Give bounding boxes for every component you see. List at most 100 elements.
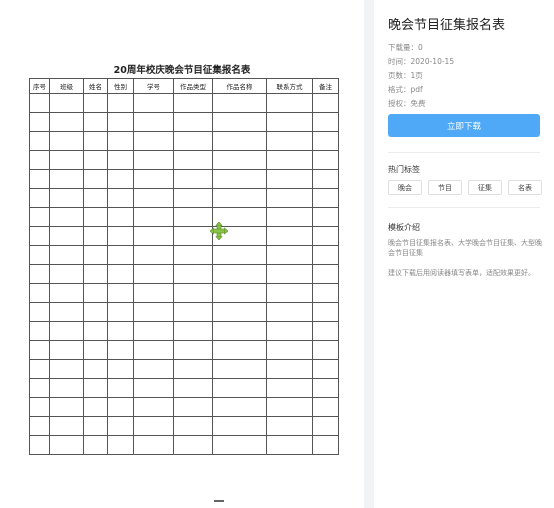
table-cell: [312, 397, 339, 417]
file-format: 格式：pdf: [388, 85, 423, 94]
table-cell: [107, 226, 134, 246]
table-cell: [173, 283, 213, 303]
column-header: 作品名称: [212, 78, 267, 94]
table-cell: [266, 340, 313, 360]
table-cell: [266, 302, 313, 322]
table-cell: [29, 131, 50, 151]
intro-text: 晚会节目征集报名表、大学晚会节目征集、大型晚会节目征集: [388, 239, 542, 257]
table-cell: [266, 378, 313, 398]
table-cell: [29, 283, 50, 303]
table-cell: [212, 416, 267, 436]
table-cell: [133, 321, 174, 341]
sidebar: 晚会节目征集报名表 下载量：0 时间：2020-10-15 页数：1页 格式：p…: [374, 0, 554, 508]
table-cell: [212, 378, 267, 398]
table-cell: [83, 302, 108, 322]
column-header: 姓名: [83, 78, 108, 94]
table-cell: [107, 283, 134, 303]
table-cell: [133, 283, 174, 303]
template-title: 晚会节目征集报名表: [388, 18, 506, 33]
table-cell: [173, 93, 213, 113]
tag-list: 晚会 节目 征集 名表: [388, 180, 542, 195]
download-count: 下载量：0: [388, 43, 423, 52]
table-cell: [107, 340, 134, 360]
table-cell: [266, 245, 313, 265]
tag-item[interactable]: 晚会: [388, 180, 422, 195]
table-cell: [83, 150, 108, 170]
table-cell: [266, 283, 313, 303]
table-row: [29, 321, 339, 341]
table-cell: [83, 112, 108, 132]
divider: [388, 207, 540, 208]
table-cell: [312, 188, 339, 208]
table-cell: [107, 169, 134, 189]
table-cell: [133, 226, 174, 246]
table-cell: [173, 264, 213, 284]
table-cell: [107, 245, 134, 265]
table-cell: [83, 207, 108, 227]
table-cell: [29, 188, 50, 208]
tag-item[interactable]: 名表: [508, 180, 542, 195]
column-header: 作品类型: [173, 78, 213, 94]
table-cell: [49, 378, 84, 398]
table-cell: [83, 283, 108, 303]
table-row: [29, 340, 339, 360]
table-cell: [107, 435, 134, 455]
table-cell: [312, 340, 339, 360]
page-count: 页数：1页: [388, 71, 423, 80]
table-cell: [107, 416, 134, 436]
table-cell: [312, 112, 339, 132]
table-cell: [107, 302, 134, 322]
table-cell: [312, 359, 339, 379]
table-row: [29, 378, 339, 398]
document-preview: 20周年校庆晚会节目征集报名表 序号 班级 姓名 性别 学号 作品类型 作品名称…: [0, 0, 364, 508]
table-cell: [83, 226, 108, 246]
table-cell: [133, 131, 174, 151]
table-cell: [83, 169, 108, 189]
table-row: [29, 359, 339, 379]
table-cell: [49, 302, 84, 322]
table-cell: [83, 340, 108, 360]
table-cell: [83, 93, 108, 113]
table-cell: [29, 302, 50, 322]
table-cell: [133, 302, 174, 322]
table-cell: [107, 131, 134, 151]
table-cell: [173, 416, 213, 436]
table-cell: [212, 283, 267, 303]
table-row: [29, 435, 339, 455]
table-row: [29, 188, 339, 208]
download-button[interactable]: 立即下载: [388, 114, 540, 137]
table-cell: [212, 435, 267, 455]
table-cell: [83, 378, 108, 398]
table-cell: [212, 112, 267, 132]
table-cell: [133, 435, 174, 455]
table-cell: [173, 131, 213, 151]
table-cell: [266, 131, 313, 151]
tag-item[interactable]: 征集: [468, 180, 502, 195]
table-cell: [173, 435, 213, 455]
move-icon[interactable]: [210, 222, 228, 240]
table-cell: [173, 188, 213, 208]
table-cell: [266, 188, 313, 208]
table-cell: [107, 93, 134, 113]
table-cell: [83, 264, 108, 284]
table-cell: [133, 416, 174, 436]
divider: [388, 152, 540, 153]
table-cell: [312, 150, 339, 170]
table-cell: [29, 169, 50, 189]
column-header: 学号: [133, 78, 174, 94]
tag-item[interactable]: 节目: [428, 180, 462, 195]
table-cell: [49, 150, 84, 170]
table-cell: [312, 378, 339, 398]
hot-tags-title: 热门标签: [388, 165, 420, 174]
table-cell: [133, 245, 174, 265]
table-cell: [312, 321, 339, 341]
column-header: 序号: [29, 78, 50, 94]
table-cell: [29, 93, 50, 113]
table-cell: [173, 302, 213, 322]
table-row: [29, 93, 339, 113]
table-cell: [107, 207, 134, 227]
table-cell: [266, 150, 313, 170]
table-cell: [29, 112, 50, 132]
table-cell: [133, 340, 174, 360]
table-cell: [266, 321, 313, 341]
